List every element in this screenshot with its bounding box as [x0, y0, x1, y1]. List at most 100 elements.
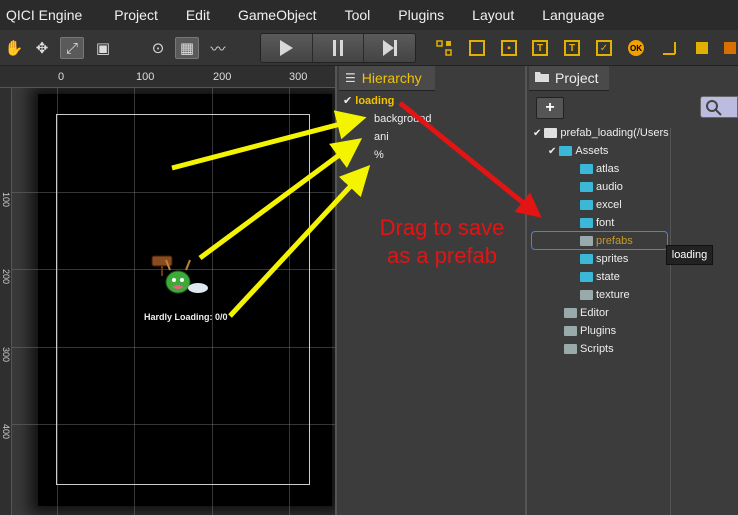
assets-label: Assets [575, 145, 609, 157]
folder-icon [564, 308, 577, 318]
pause-button[interactable] [312, 34, 365, 62]
folder-icon [564, 326, 577, 336]
folder-sprites[interactable]: sprites [580, 253, 628, 265]
menu-plugins[interactable]: Plugins [384, 7, 458, 23]
chevron-down-icon: ✔ [343, 95, 353, 107]
search-icon [706, 100, 722, 116]
menu-bar: QICI Engine Project Edit GameObject Tool… [0, 0, 738, 30]
drag-instruction: Drag to save as a prefab [357, 214, 527, 270]
menu-layout[interactable]: Layout [458, 7, 528, 23]
ruler-top-label: 200 [213, 71, 232, 83]
column-divider [670, 128, 671, 515]
folder-icon [564, 344, 577, 354]
project-title: Project [555, 70, 599, 86]
ruler-left: 100 200 300 400 [0, 88, 12, 515]
hierarchy-item-loading[interactable]: ✔ loading [343, 94, 394, 107]
folder-label: Plugins [580, 325, 617, 337]
hierarchy-title: Hierarchy [361, 70, 422, 86]
menu-tool[interactable]: Tool [331, 7, 385, 23]
list-icon: ☰ [345, 71, 356, 85]
hierarchy-item-ani[interactable]: ani [374, 131, 389, 143]
menu-qici-engine[interactable]: QICI Engine [0, 7, 100, 23]
slider-icon[interactable] [661, 40, 677, 56]
folder-scripts[interactable]: Scripts [564, 343, 614, 355]
folder-label: Scripts [580, 343, 614, 355]
rect-tool-icon[interactable]: ▣ [91, 37, 115, 59]
folder-label: Editor [580, 307, 609, 319]
drag-tooltip: loading [666, 245, 713, 265]
folder-label: excel [596, 199, 622, 211]
button-node-icon[interactable]: OK [628, 40, 644, 56]
play-button[interactable] [261, 34, 313, 62]
drag-instruction-line: Drag to save [379, 215, 505, 240]
folder-label: state [596, 271, 620, 283]
loading-progress-text: Hardly Loading: 0/0 [144, 312, 228, 322]
menu-edit[interactable]: Edit [172, 7, 224, 23]
folder-icon [535, 71, 549, 85]
folder-editor[interactable]: Editor [564, 307, 609, 319]
zoom-icon[interactable]: ⊙ [146, 37, 170, 59]
ruler-left-label: 200 [1, 269, 11, 285]
project-root-item[interactable]: ✔ prefab_loading(/Users [533, 127, 669, 139]
ruler-left-label: 400 [1, 424, 11, 440]
drag-instruction-line: as a prefab [386, 243, 498, 268]
chevron-down-icon: ✔ [533, 127, 542, 139]
folder-icon [580, 254, 593, 264]
project-root-label: prefab_loading(/Users [560, 127, 669, 139]
hierarchy-panel: ☰ Hierarchy [339, 66, 527, 515]
sprite-node-icon[interactable] [722, 40, 738, 56]
folder-label: atlas [596, 163, 620, 175]
text-node-icon[interactable]: T [532, 40, 548, 56]
folder-icon [580, 218, 593, 228]
folder-texture[interactable]: texture [580, 289, 630, 301]
empty-node-icon[interactable] [469, 40, 485, 56]
hierarchy-item-percent[interactable]: % [374, 149, 384, 161]
folder-label: texture [596, 289, 630, 301]
chevron-down-icon: ✔ [548, 145, 557, 157]
hierarchy-item-label: loading [355, 95, 395, 107]
folder-icon [544, 128, 558, 138]
hand-tool-icon[interactable]: ✋ [2, 37, 26, 59]
folder-icon [580, 182, 593, 192]
ruler-left-label: 100 [1, 192, 11, 208]
step-icon [382, 40, 397, 56]
grid-icon[interactable]: ▦ [175, 37, 199, 59]
menu-gameobject[interactable]: GameObject [224, 7, 331, 23]
scene-panel[interactable]: 0 100 200 300 100 200 300 400 Hardly Loa… [0, 66, 337, 515]
rich-text-icon[interactable]: T [564, 40, 580, 56]
tab-project[interactable]: Project [529, 66, 609, 91]
assets-folder[interactable]: ✔ Assets [548, 145, 608, 157]
add-button[interactable]: + [536, 97, 564, 119]
pause-icon [333, 40, 343, 56]
drop-target-highlight [531, 231, 668, 250]
graph-icon[interactable]: 〰 [206, 37, 230, 59]
folder-icon [580, 200, 593, 210]
menu-language[interactable]: Language [528, 7, 618, 23]
scale-tool-icon[interactable]: ⤢ [60, 37, 84, 59]
folder-state[interactable]: state [580, 271, 620, 283]
loading-animation-sprite[interactable] [148, 250, 212, 300]
folder-font[interactable]: font [580, 217, 614, 229]
move-tool-icon[interactable]: ✥ [30, 37, 54, 59]
ruler-top-label: 100 [136, 71, 155, 83]
folder-excel[interactable]: excel [580, 199, 622, 211]
folder-plugins[interactable]: Plugins [564, 325, 616, 337]
node-tool-icon[interactable] [436, 40, 452, 56]
ruler-top-label: 0 [58, 71, 65, 83]
image-node-icon[interactable]: ▪ [501, 40, 517, 56]
panel-node-icon[interactable] [694, 40, 710, 56]
menu-project[interactable]: Project [100, 7, 172, 23]
folder-audio[interactable]: audio [580, 181, 623, 193]
ruler-top-label: 300 [289, 71, 308, 83]
folder-icon [580, 272, 593, 282]
toggle-icon[interactable]: ✓ [596, 40, 612, 56]
search-input[interactable] [700, 96, 738, 118]
folder-label: audio [596, 181, 623, 193]
folder-icon [580, 164, 593, 174]
ruler-left-label: 300 [1, 347, 11, 363]
folder-atlas[interactable]: atlas [580, 163, 619, 175]
tab-hierarchy[interactable]: ☰ Hierarchy [339, 66, 435, 91]
hierarchy-item-background[interactable]: background [374, 113, 432, 125]
play-icon [280, 40, 294, 56]
step-button[interactable] [364, 34, 415, 62]
